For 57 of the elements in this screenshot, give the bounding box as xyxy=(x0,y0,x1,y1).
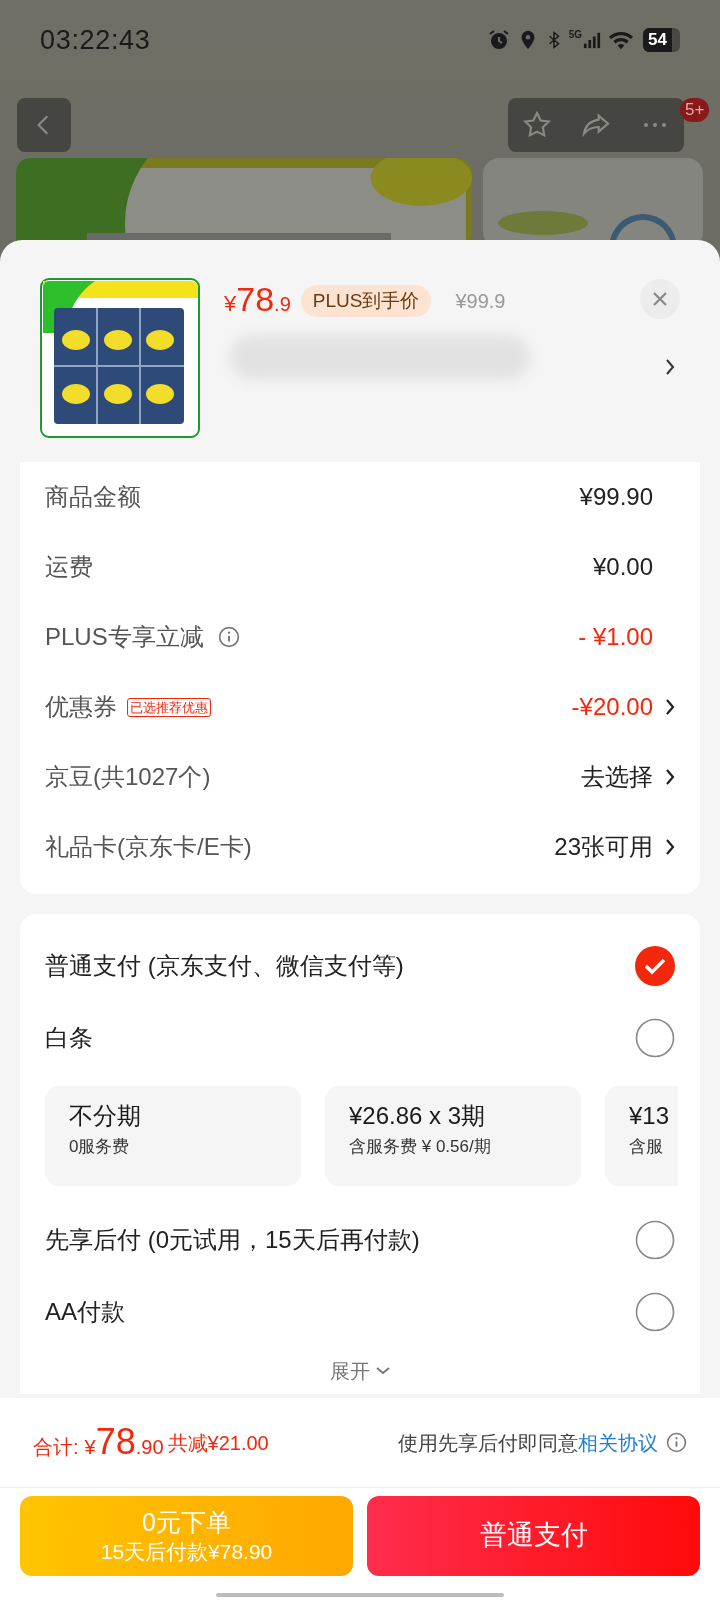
radio-icon[interactable] xyxy=(635,1018,675,1058)
row-value: -¥20.00 xyxy=(571,692,653,722)
info-icon[interactable] xyxy=(666,1432,687,1453)
chevron-right-icon[interactable] xyxy=(665,358,675,376)
radio-icon[interactable] xyxy=(635,1220,675,1260)
product-price: ¥78.9 xyxy=(224,282,291,320)
radio-checked-icon[interactable] xyxy=(635,946,675,986)
payment-label: 普通支付 (京东支付、微信支付等) xyxy=(45,951,404,981)
network-label: 5G xyxy=(568,30,583,40)
row-label: 优惠券 xyxy=(45,692,117,722)
row-label: 商品金额 xyxy=(45,482,141,512)
plan-subtitle: 0服务费 xyxy=(69,1136,131,1158)
agreement-link[interactable]: 相关协议 xyxy=(578,1431,658,1454)
coupon-tag: 已选推荐优惠 xyxy=(127,697,211,717)
plan-title: ¥26.86 x 3期 xyxy=(349,1104,487,1128)
signal-icon xyxy=(583,30,602,50)
chevron-right-icon[interactable] xyxy=(665,838,675,856)
plan-subtitle: 含服务费 ¥ 0.56/期 xyxy=(349,1136,492,1158)
row-value: ¥99.90 xyxy=(579,482,653,512)
payment-label: 先享后付 (0元试用，15天后再付款) xyxy=(45,1225,420,1255)
row-label: 运费 xyxy=(45,552,93,582)
installment-plan[interactable]: ¥26.86 x 3期 含服务费 ¥ 0.56/期 xyxy=(325,1086,581,1186)
plan-title: 不分期 xyxy=(69,1104,142,1128)
close-button[interactable] xyxy=(640,279,680,319)
row-value: 去选择 xyxy=(581,762,653,792)
row-label: PLUS专享立减 xyxy=(45,622,204,652)
row-value: 23张可用 xyxy=(554,832,653,862)
plan-title: ¥13 xyxy=(629,1104,671,1128)
row-label: 礼品卡(京东卡/E卡) xyxy=(45,832,252,862)
info-icon[interactable] xyxy=(217,626,240,648)
battery-indicator: 54 xyxy=(643,28,680,52)
payment-option[interactable]: 先享后付 (0元试用，15天后再付款) xyxy=(45,1204,675,1276)
payment-option[interactable]: AA付款 xyxy=(45,1276,675,1348)
row-label: 京豆(共1027个) xyxy=(45,762,211,792)
row-value: ¥0.00 xyxy=(592,552,653,582)
total-savings: 共减¥21.00 xyxy=(167,1430,269,1456)
original-price: ¥99.9 xyxy=(455,289,506,314)
radio-icon[interactable] xyxy=(635,1292,675,1332)
payment-option[interactable]: 白条 xyxy=(45,1002,675,1074)
row-value: - ¥1.00 xyxy=(578,622,653,652)
installment-plan[interactable]: 不分期 0服务费 xyxy=(45,1086,301,1186)
wifi-icon xyxy=(607,29,636,51)
payment-label: AA付款 xyxy=(45,1297,125,1327)
agreement-text: 使用先享后付即同意相关协议 xyxy=(398,1430,658,1456)
chevron-down-icon xyxy=(376,1367,390,1375)
chevron-right-icon[interactable] xyxy=(665,698,675,716)
installment-plan[interactable]: ¥13 含服 xyxy=(605,1086,678,1186)
total-price: 合计: ¥78.90 xyxy=(33,1423,164,1462)
pay-button[interactable]: 普通支付 xyxy=(367,1496,700,1576)
plus-price-tag: PLUS到手价 xyxy=(300,285,432,317)
status-time: 03:22:43 xyxy=(40,23,151,57)
back-button[interactable] xyxy=(17,98,71,152)
payment-option[interactable]: 普通支付 (京东支付、微信支付等) xyxy=(45,930,675,1002)
expand-button[interactable]: 展开 xyxy=(330,1356,390,1386)
payment-label: 白条 xyxy=(45,1023,93,1053)
chevron-right-icon[interactable] xyxy=(665,768,675,786)
plan-subtitle: 含服 xyxy=(629,1136,664,1158)
